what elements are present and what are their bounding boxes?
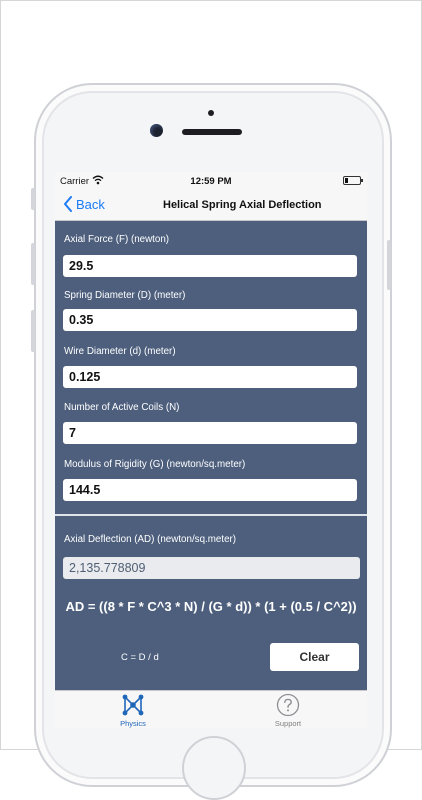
active-coils-input[interactable] — [63, 422, 357, 444]
modulus-rigidity-label: Modulus of Rigidity (G) (newton/sq.meter… — [64, 459, 246, 470]
tab-support-label: Support — [274, 719, 302, 728]
navigation-bar: Back Helical Spring Axial Deflection — [55, 190, 367, 221]
physics-icon — [122, 694, 144, 716]
formula-text: AD = ((8 * F * C^3 * N) / (G * d)) * (1 … — [65, 599, 357, 614]
tab-physics[interactable]: Physics — [93, 691, 173, 728]
axial-deflection-label: Axial Deflection (AD) (newton/sq.meter) — [64, 534, 237, 545]
tab-support[interactable]: Support — [248, 691, 328, 728]
spring-diameter-input[interactable] — [63, 309, 357, 331]
app-screen: Carrier 12:59 PM Back Helical Spring Axi… — [55, 172, 367, 728]
chevron-left-icon — [64, 196, 72, 212]
volume-up-button — [31, 243, 35, 285]
c-definition: C = D / d — [121, 652, 159, 663]
proximity-sensor — [208, 110, 214, 116]
active-coils-label: Number of Active Coils (N) — [64, 402, 180, 413]
battery-icon — [343, 176, 363, 185]
volume-down-button — [31, 310, 35, 352]
back-label: Back — [76, 196, 105, 212]
clear-button[interactable]: Clear — [270, 643, 359, 671]
spring-diameter-label: Spring Diameter (D) (meter) — [64, 290, 186, 301]
wire-diameter-label: Wire Diameter (d) (meter) — [64, 346, 176, 357]
tab-physics-label: Physics — [120, 719, 146, 728]
clock: 12:59 PM — [190, 176, 232, 187]
question-icon — [276, 693, 300, 717]
power-button — [387, 240, 391, 290]
page-title: Helical Spring Axial Deflection — [163, 199, 322, 211]
status-bar: Carrier 12:59 PM — [55, 172, 367, 190]
axial-force-label: Axial Force (F) (newton) — [64, 234, 170, 245]
wire-diameter-input[interactable] — [63, 366, 357, 388]
front-camera — [150, 124, 163, 137]
tab-bar: Physics Support — [55, 690, 367, 728]
axial-deflection-output: 2,135.778809 — [63, 557, 360, 579]
home-button — [182, 736, 246, 800]
modulus-rigidity-input[interactable] — [63, 479, 357, 501]
mute-switch — [31, 188, 35, 210]
earpiece-speaker — [182, 129, 242, 135]
section-divider — [55, 514, 367, 516]
back-button[interactable]: Back — [63, 196, 105, 212]
axial-force-input[interactable] — [63, 255, 357, 277]
